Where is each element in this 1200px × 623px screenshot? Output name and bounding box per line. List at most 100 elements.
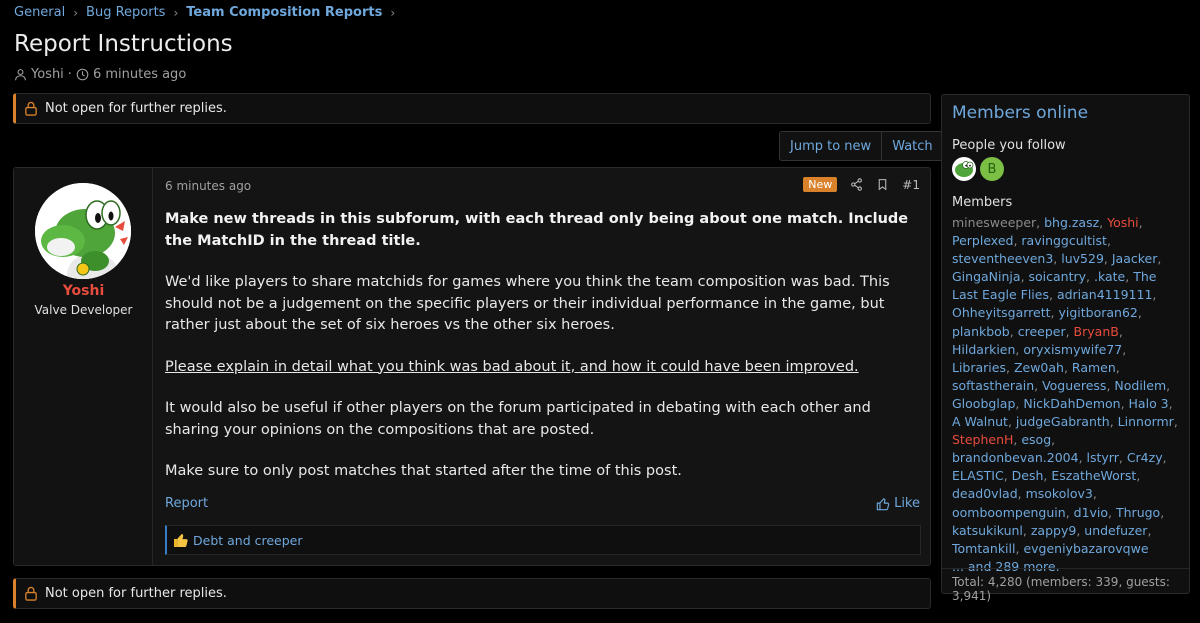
people-you-follow-label: People you follow	[952, 138, 1066, 153]
closed-notice-top: Not open for further replies.	[13, 93, 931, 124]
member-link[interactable]: soicantry	[1029, 269, 1087, 284]
report-link[interactable]: Report	[165, 496, 208, 511]
member-link[interactable]: d1vio	[1074, 505, 1108, 520]
member-link[interactable]: StephenH	[952, 432, 1013, 447]
member-link[interactable]: BryanB	[1074, 324, 1119, 339]
avatar[interactable]: B	[980, 157, 1004, 181]
member-link[interactable]: undefuzer	[1084, 523, 1147, 538]
members-total: Total: 4,280 (members: 339, guests: 3,94…	[942, 568, 1189, 609]
like-label: Like	[894, 496, 920, 511]
member-link[interactable]: Vogueress	[1042, 378, 1106, 393]
meta-separator: ·	[67, 67, 72, 82]
lock-icon	[25, 586, 37, 601]
bookmark-icon[interactable]	[876, 178, 889, 191]
member-link[interactable]: Cr4zy	[1127, 450, 1163, 465]
new-badge: New	[803, 177, 838, 192]
members-online-widget: Members online People you follow B Membe…	[941, 94, 1190, 603]
post-user-panel: Yoshi Valve Developer	[14, 168, 153, 565]
member-link[interactable]: Ohheyitsgarrett	[952, 305, 1051, 320]
member-link[interactable]: creeper	[1018, 324, 1066, 339]
member-link[interactable]: EszatheWorst	[1051, 468, 1136, 483]
member-link[interactable]: Linnormr	[1118, 414, 1174, 429]
member-link[interactable]: ELASTIC	[952, 468, 1004, 483]
member-link[interactable]: Halo 3	[1129, 396, 1169, 411]
post-paragraph: We'd like players to share matchids for …	[165, 274, 890, 333]
member-link[interactable]: Thrugo	[1116, 505, 1160, 520]
member-link[interactable]: zappy9	[1031, 523, 1076, 538]
post-body: Make new threads in this subforum, with …	[165, 209, 925, 503]
followed-avatars: B	[952, 157, 1004, 181]
thread-author[interactable]: Yoshi	[31, 67, 64, 82]
like-button[interactable]: Like	[876, 496, 920, 511]
thumbs-up-icon	[876, 497, 890, 510]
member-link[interactable]: Zew0ah	[1014, 360, 1064, 375]
chevron-right-icon: ›	[73, 5, 79, 20]
member-link[interactable]: .kate	[1094, 269, 1125, 284]
member-link[interactable]: judgeGabranth	[1016, 414, 1110, 429]
member-link[interactable]: katsukikunl	[952, 523, 1023, 538]
avatar[interactable]	[952, 157, 976, 181]
member-link[interactable]: ravinggcultist	[1021, 233, 1107, 248]
members-online-title[interactable]: Members online	[952, 103, 1088, 123]
avatar[interactable]	[35, 183, 131, 279]
member-link[interactable]: Nodilem	[1114, 378, 1166, 393]
member-link[interactable]: brandonbevan.2004	[952, 450, 1079, 465]
member-link[interactable]: Libraries	[952, 360, 1006, 375]
member-link[interactable]: bhg.zasz	[1044, 215, 1099, 230]
member-link[interactable]: minesweeper	[952, 215, 1036, 230]
member-link[interactable]: oomboompenguin	[952, 505, 1066, 520]
post-paragraph: Make sure to only post matches that star…	[165, 463, 682, 479]
member-link[interactable]: Perplexed	[952, 233, 1013, 248]
member-link[interactable]: steventheeven3	[952, 251, 1053, 266]
post-paragraph: Make new threads in this subforum, with …	[165, 211, 909, 249]
closed-notice-bottom: Not open for further replies.	[13, 578, 931, 609]
chevron-right-icon: ›	[173, 5, 179, 20]
member-link[interactable]: Ramen	[1072, 360, 1116, 375]
member-link[interactable]: evgeniybazarovqwe	[1023, 541, 1148, 556]
post-number[interactable]: #1	[902, 178, 920, 192]
reactions-bar[interactable]: Debt and creeper	[165, 525, 921, 555]
closed-notice-text: Not open for further replies.	[45, 101, 227, 116]
breadcrumb-general[interactable]: General	[14, 5, 65, 20]
page-title: Report Instructions	[14, 31, 233, 57]
member-link[interactable]: Jaacker	[1112, 251, 1158, 266]
member-link[interactable]: adrian4119111	[1057, 287, 1152, 302]
watch-button[interactable]: Watch	[881, 132, 942, 160]
post-username[interactable]: Yoshi	[14, 283, 153, 299]
member-link[interactable]: msokolov3	[1026, 486, 1093, 501]
jump-to-new-button[interactable]: Jump to new	[780, 132, 881, 160]
breadcrumb-team-composition-reports[interactable]: Team Composition Reports	[186, 5, 382, 20]
member-link[interactable]: esog	[1021, 432, 1051, 447]
thread-meta: Yoshi · 6 minutes ago	[14, 67, 186, 82]
member-link[interactable]: Tomtankill	[952, 541, 1015, 556]
share-icon[interactable]	[850, 178, 863, 191]
member-link[interactable]: plankbob	[952, 324, 1010, 339]
post-tools: New #1	[803, 177, 920, 192]
member-link[interactable]: NickDahDemon	[1023, 396, 1120, 411]
members-label: Members	[952, 195, 1013, 210]
lock-icon	[25, 101, 37, 116]
member-link[interactable]: lstyrr	[1087, 450, 1119, 465]
member-link[interactable]: oryxismywife77	[1023, 342, 1122, 357]
post-user-title: Valve Developer	[34, 303, 133, 317]
breadcrumb-bug-reports[interactable]: Bug Reports	[86, 5, 165, 20]
reactions-text: Debt and creeper	[193, 532, 303, 548]
member-link[interactable]: Desh	[1012, 468, 1044, 483]
member-link[interactable]: luv529	[1061, 251, 1104, 266]
member-link[interactable]: A Walnut	[952, 414, 1008, 429]
member-link[interactable]: Yoshi	[1107, 215, 1139, 230]
thread-time[interactable]: 6 minutes ago	[93, 67, 186, 82]
clock-icon	[76, 68, 89, 81]
breadcrumb: General › Bug Reports › Team Composition…	[14, 5, 403, 20]
member-link[interactable]: GingaNinja	[952, 269, 1021, 284]
member-link[interactable]: yigitboran62	[1058, 305, 1137, 320]
chevron-right-icon: ›	[390, 5, 396, 20]
member-link[interactable]: dead0vlad	[952, 486, 1018, 501]
members-list: minesweeper, bhg.zasz, Yoshi, Perplexed,…	[952, 215, 1178, 574]
member-link[interactable]: Gloobglap	[952, 396, 1015, 411]
like-reaction-icon	[174, 534, 188, 547]
post-time[interactable]: 6 minutes ago	[165, 179, 251, 193]
member-link[interactable]: Hildarkien	[952, 342, 1015, 357]
post-main: 6 minutes ago New #1 Make new threads in…	[154, 168, 930, 565]
member-link[interactable]: softastherain	[952, 378, 1034, 393]
